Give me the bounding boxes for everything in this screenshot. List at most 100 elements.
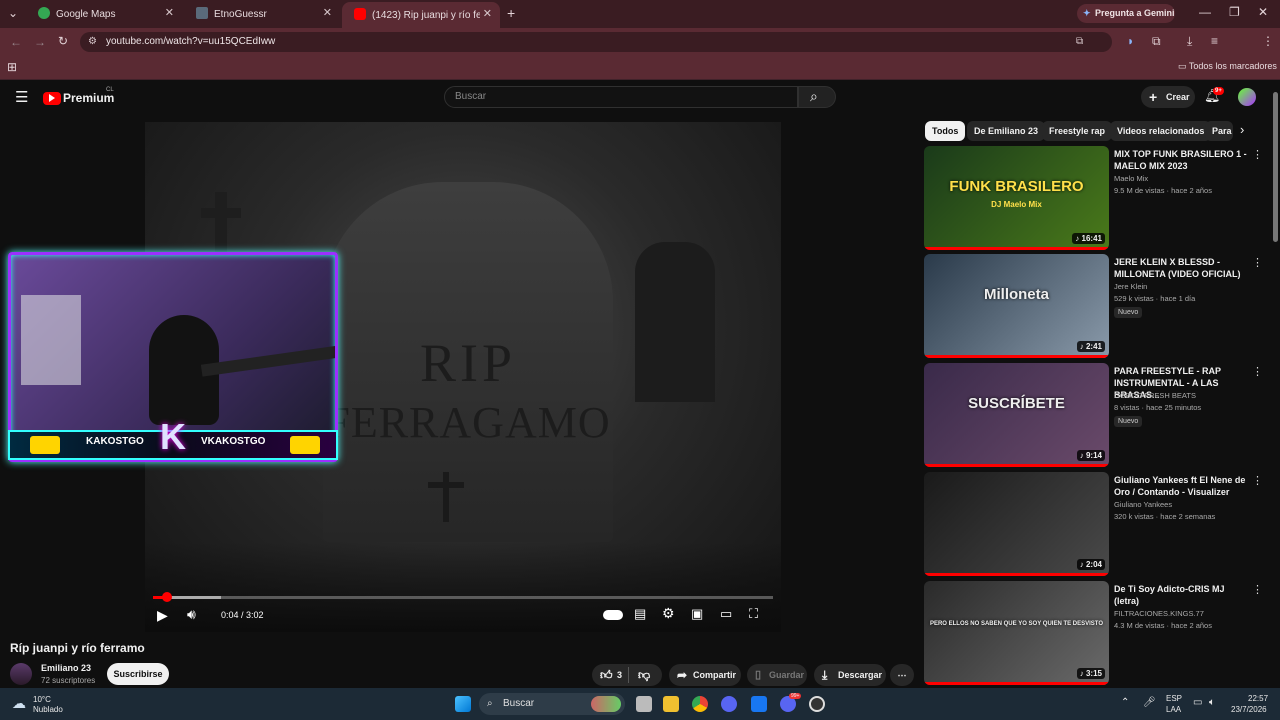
menu-hamburger-icon[interactable]: ☰ bbox=[15, 88, 28, 106]
speaker-icon[interactable]: 🔈︎ bbox=[1209, 697, 1215, 708]
close-tab-icon[interactable]: ✕ bbox=[165, 6, 174, 19]
autoplay-toggle[interactable] bbox=[603, 610, 623, 620]
windows-start-icon[interactable] bbox=[455, 696, 471, 712]
recommended-title[interactable]: Giuliano Yankees ft El Nene de Oro / Con… bbox=[1114, 474, 1250, 498]
all-bookmarks-button[interactable]: ▭ Todos los marcadores bbox=[1178, 61, 1277, 72]
recommended-video[interactable]: SUSCRÍBETE ♪ 9:14 PARA FREESTYLE - RAP INS… bbox=[924, 363, 1264, 467]
tab-youtube-video[interactable]: (1423) Rip juanpi y río ferramo ✕ bbox=[342, 2, 500, 28]
recommended-channel[interactable]: Giuliano Yankees bbox=[1114, 500, 1172, 509]
close-tab-icon[interactable]: ✕ bbox=[483, 7, 492, 20]
video-thumbnail[interactable]: ♪ 2:04 bbox=[924, 472, 1109, 576]
weather-desc[interactable]: Nublado bbox=[33, 705, 63, 714]
more-options-icon[interactable]: ⋮ bbox=[1252, 583, 1263, 596]
file-explorer-icon[interactable] bbox=[663, 696, 679, 712]
chrome-menu-icon[interactable]: ⋮ bbox=[1262, 34, 1274, 48]
video-thumbnail[interactable]: SUSCRÍBETE ♪ 9:14 bbox=[924, 363, 1109, 467]
video-thumbnail[interactable]: PERO ELLOS NO SABEN QUE YO SOY QUIEN TE … bbox=[924, 581, 1109, 685]
recommended-video[interactable]: PERO ELLOS NO SABEN QUE YO SOY QUIEN TE … bbox=[924, 581, 1264, 685]
save-button[interactable]: ▯ Guardar bbox=[747, 664, 807, 686]
progress-bar[interactable] bbox=[153, 592, 773, 602]
forward-icon[interactable]: → bbox=[34, 35, 46, 49]
weather-temp[interactable]: 10°C bbox=[33, 695, 51, 704]
network-icon[interactable]: ▭ bbox=[1193, 697, 1202, 708]
tab-google-maps[interactable]: Google Maps ✕ bbox=[26, 4, 182, 24]
video-thumbnail[interactable]: Milloneta ♪ 2:41 bbox=[924, 254, 1109, 358]
chip-freestyle-rap[interactable]: Freestyle rap bbox=[1042, 121, 1113, 141]
recommended-video[interactable]: Milloneta ♪ 2:41 JERE KLEIN X BLESSD - MIL… bbox=[924, 254, 1264, 358]
tab-etnoguessr[interactable]: EtnoGuessr ✕ bbox=[184, 4, 340, 24]
recommended-title[interactable]: De Ti Soy Adicto-CRIS MJ (letra) bbox=[1114, 583, 1250, 607]
omnibox[interactable]: ⚙ youtube.com/watch?v=uu15QCEdIww ⧉ bbox=[80, 32, 1112, 52]
recommended-channel[interactable]: Maelo Mix bbox=[1114, 174, 1148, 183]
account-avatar[interactable] bbox=[1238, 88, 1256, 106]
microphone-arm bbox=[200, 345, 335, 377]
extensions-puzzle-icon[interactable]: ⧉ bbox=[1152, 34, 1161, 49]
reload-icon[interactable]: ↻ bbox=[58, 34, 68, 48]
create-button[interactable]: + Crear bbox=[1141, 86, 1195, 108]
dislike-icon[interactable]: 👎︎ bbox=[638, 664, 650, 686]
recommended-video[interactable]: ♪ 2:04 Giuliano Yankees ft El Nene de Oro… bbox=[924, 472, 1264, 576]
chips-next-chevron-icon[interactable]: › bbox=[1240, 122, 1244, 137]
recommended-title[interactable]: JERE KLEIN X BLESSD - MILLONETA (VIDEO O… bbox=[1114, 256, 1250, 280]
tab-search-icon[interactable]: ⌄ bbox=[8, 6, 18, 20]
language-code[interactable]: ESP bbox=[1166, 694, 1182, 703]
more-options-icon[interactable]: ⋮ bbox=[1252, 256, 1263, 269]
cast-icon[interactable]: ▭ bbox=[720, 606, 732, 622]
close-tab-icon[interactable]: ✕ bbox=[323, 6, 332, 19]
download-icon[interactable]: ⤓ bbox=[1187, 34, 1192, 49]
chip-para[interactable]: Para bbox=[1205, 121, 1233, 141]
chip-de-emiliano-23[interactable]: De Emiliano 23 bbox=[967, 121, 1046, 141]
recommended-channel[interactable]: Jere Klein bbox=[1114, 282, 1147, 291]
download-button[interactable]: ⤓ Descargar bbox=[814, 664, 886, 686]
chip-videos-relacionados[interactable]: Videos relacionados bbox=[1110, 121, 1212, 141]
share-button[interactable]: ➦ Compartir bbox=[669, 664, 741, 686]
clock-date[interactable]: 23/7/2026 bbox=[1231, 705, 1267, 714]
miniplayer-icon[interactable]: ▣ bbox=[691, 606, 703, 622]
language-layout[interactable]: LAA bbox=[1166, 705, 1181, 714]
channel-avatar[interactable] bbox=[10, 663, 32, 685]
recommended-channel[interactable]: GORDO FRESH BEATS bbox=[1114, 391, 1196, 400]
fullscreen-icon[interactable]: ⛶ bbox=[749, 606, 758, 622]
share-page-icon[interactable]: ⧉ bbox=[1076, 32, 1083, 52]
recommended-video[interactable]: FUNK BRASILERO DJ Maelo Mix ♪ 16:41 MIX TOP… bbox=[924, 146, 1264, 250]
recommended-channel[interactable]: FILTRACIONES.KINGS.77 bbox=[1114, 609, 1204, 618]
facebook-icon[interactable] bbox=[751, 696, 767, 712]
more-options-icon[interactable]: ⋮ bbox=[1252, 474, 1263, 487]
close-window-icon[interactable]: ✕ bbox=[1258, 5, 1268, 19]
app-icon[interactable] bbox=[721, 696, 737, 712]
site-info-icon[interactable]: ⚙ bbox=[88, 32, 97, 52]
tray-chevron-icon[interactable]: ⌃ bbox=[1121, 697, 1129, 708]
back-icon[interactable]: ← bbox=[10, 35, 22, 49]
play-icon[interactable]: ▶ bbox=[157, 607, 168, 624]
reading-list-icon[interactable]: ≡ bbox=[1211, 34, 1218, 48]
subtitles-icon[interactable]: ▤ bbox=[634, 606, 646, 622]
task-view-icon[interactable] bbox=[636, 696, 652, 712]
subscribe-button[interactable]: Suscribirse bbox=[107, 663, 169, 685]
video-thumbnail[interactable]: FUNK BRASILERO DJ Maelo Mix ♪ 16:41 bbox=[924, 146, 1109, 250]
extension-icon[interactable]: ◗ bbox=[1127, 34, 1134, 48]
clock-time[interactable]: 22:57 bbox=[1248, 694, 1268, 703]
new-tab-button[interactable]: + bbox=[507, 5, 515, 21]
scrubber-handle[interactable] bbox=[161, 592, 172, 602]
recommended-title[interactable]: MIX TOP FUNK BRASILERO 1 - MAELO MIX 202… bbox=[1114, 148, 1250, 172]
apps-grid-icon[interactable]: ⊞ bbox=[7, 60, 17, 74]
taskbar-search[interactable]: ⌕ Buscar bbox=[479, 693, 625, 715]
more-options-icon[interactable]: ⋮ bbox=[1252, 365, 1263, 378]
gemini-button[interactable]: ✦ Pregunta a Gemini bbox=[1077, 4, 1175, 23]
search-button[interactable]: ⌕ bbox=[798, 86, 836, 108]
page-scrollbar[interactable] bbox=[1273, 92, 1278, 242]
chrome-icon[interactable] bbox=[692, 696, 708, 712]
like-icon[interactable]: 👍︎ bbox=[600, 664, 613, 686]
channel-name[interactable]: Emiliano 23 bbox=[41, 663, 91, 673]
chip-todos[interactable]: Todos bbox=[925, 121, 966, 141]
microphone-icon[interactable]: 🎤︎ bbox=[1143, 697, 1156, 708]
channel-label: Maelo Mix bbox=[1114, 174, 1149, 183]
more-actions-button[interactable]: ⋯ bbox=[890, 664, 914, 686]
maximize-icon[interactable]: ❐ bbox=[1229, 5, 1240, 19]
volume-icon[interactable]: 🔊︎ bbox=[187, 606, 196, 623]
more-options-icon[interactable]: ⋮ bbox=[1252, 148, 1263, 161]
settings-gear-icon[interactable]: ⚙ bbox=[662, 605, 675, 622]
minimize-icon[interactable]: — bbox=[1199, 5, 1211, 19]
steam-icon[interactable] bbox=[809, 696, 825, 712]
search-input[interactable]: Buscar bbox=[444, 86, 798, 108]
